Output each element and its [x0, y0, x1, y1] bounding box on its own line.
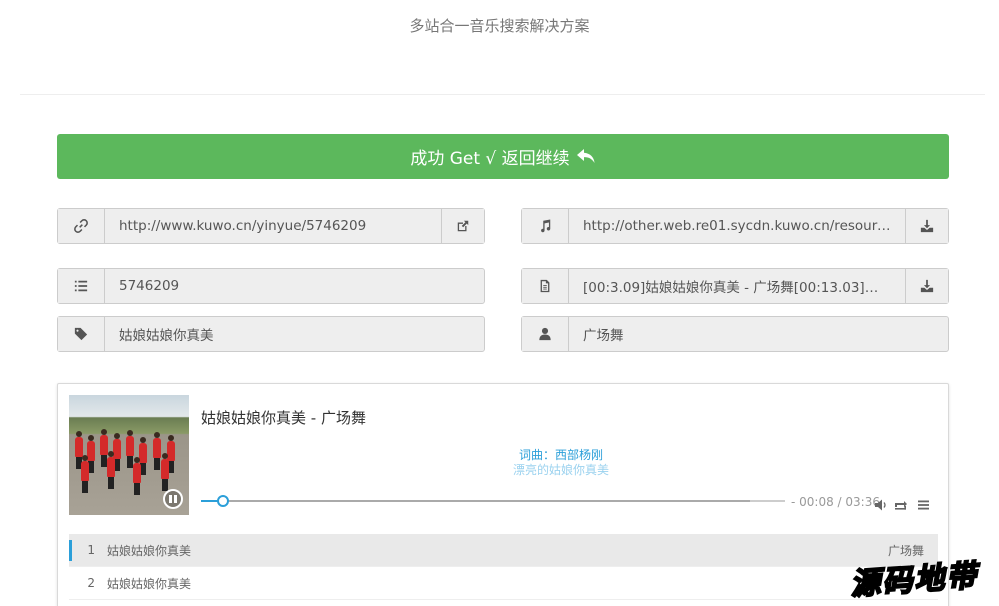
music-player: 姑娘姑娘你真美 - 广场舞 词曲：西部杨刚 漂亮的姑娘你真美 - 00:08 /…: [57, 383, 949, 606]
tag-icon: [58, 317, 105, 351]
download-audio-button[interactable]: [905, 209, 948, 243]
playlist: 1 姑娘姑娘你真美 广场舞 2 姑娘姑娘你真美: [69, 534, 938, 600]
audio-url-field: http://other.web.re01.sycdn.kuwo.cn/reso…: [521, 208, 949, 244]
external-link-icon: [457, 220, 469, 232]
song-id-input[interactable]: 5746209: [105, 269, 484, 303]
progress-loaded: [201, 500, 750, 502]
download-lyrics-button[interactable]: [905, 269, 948, 303]
playlist-item[interactable]: 2 姑娘姑娘你真美: [69, 567, 938, 600]
download-icon: [920, 279, 934, 293]
pause-button[interactable]: [163, 489, 183, 509]
loop-icon[interactable]: [894, 496, 907, 510]
playlist-item-number: 2: [87, 576, 95, 590]
divider: [20, 94, 985, 95]
album-cover: [69, 395, 189, 515]
playlist-item-title: 姑娘姑娘你真美: [107, 576, 192, 591]
link-icon: [58, 209, 105, 243]
file-icon: [522, 269, 569, 303]
music-icon: [522, 209, 569, 243]
artist-field: 广场舞: [521, 316, 949, 352]
volume-icon[interactable]: [875, 496, 888, 511]
audio-url-input[interactable]: http://other.web.re01.sycdn.kuwo.cn/reso…: [569, 209, 905, 243]
user-icon: [522, 317, 569, 351]
playlist-item-number: 1: [87, 543, 95, 557]
list-icon: [58, 269, 105, 303]
lyrics-input[interactable]: [00:3.09]姑娘姑娘你真美 - 广场舞[00:13.03]词曲...: [569, 269, 905, 303]
artist-input[interactable]: 广场舞: [569, 317, 948, 351]
time-display: - 00:08 / 03:36: [791, 495, 880, 509]
success-return-button[interactable]: 成功 Get √ 返回继续: [57, 134, 949, 179]
open-link-button[interactable]: [441, 209, 484, 243]
player-song-title: 姑娘姑娘你真美 - 广场舞: [201, 409, 366, 427]
download-icon: [920, 219, 934, 233]
source-link-input[interactable]: http://www.kuwo.cn/yinyue/5746209: [105, 209, 441, 243]
song-name-field: 姑娘姑娘你真美: [57, 316, 485, 352]
song-id-field: 5746209: [57, 268, 485, 304]
menu-icon[interactable]: [917, 496, 930, 510]
page-subtitle: 多站合一音乐搜索解决方案: [409, 17, 590, 35]
watermark-logo: 源码地带: [848, 558, 980, 604]
playlist-item-title: 姑娘姑娘你真美: [107, 543, 192, 558]
progress-bar[interactable]: [201, 495, 785, 507]
source-link-field: http://www.kuwo.cn/yinyue/5746209: [57, 208, 485, 244]
reply-icon: [576, 148, 595, 163]
lyrics-field: [00:3.09]姑娘姑娘你真美 - 广场舞[00:13.03]词曲...: [521, 268, 949, 304]
progress-thumb[interactable]: [217, 495, 230, 507]
next-lyric-line: 漂亮的姑娘你真美: [512, 463, 609, 477]
song-name-input[interactable]: 姑娘姑娘你真美: [105, 317, 484, 351]
playlist-item[interactable]: 1 姑娘姑娘你真美 广场舞: [69, 534, 938, 567]
success-button-label: 成功 Get √ 返回继续: [410, 149, 570, 169]
